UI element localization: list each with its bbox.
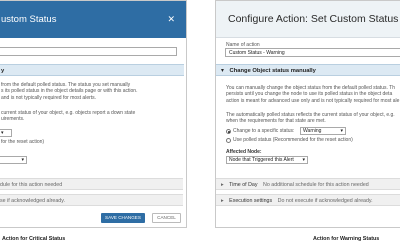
dialog-titlebar: ustom Status: [0, 1, 186, 38]
specific-status-radio[interactable]: [226, 129, 231, 134]
section-header[interactable]: ▾ Change Object status manually: [216, 64, 400, 76]
description-paragraph: The automatically polled status reflects…: [226, 112, 395, 125]
text-line: and is not typically required for most a…: [1, 94, 97, 101]
action-name-input[interactable]: Custom Status - Warning: [225, 48, 400, 57]
description-paragraph: from the default polled status. The stat…: [1, 82, 137, 101]
text-line: s its polled status in the object detail…: [1, 88, 138, 95]
dialog-title: Configure Action: Set Custom Status: [228, 13, 399, 25]
chevron-down-icon: ▾: [340, 128, 343, 134]
dialog-titlebar: Configure Action: Set Custom Status: [216, 1, 400, 38]
text-line: when the requirements for that state are…: [226, 118, 326, 125]
execution-settings-row[interactable]: ▸ Execution settings Do not execute if a…: [216, 194, 400, 206]
affected-node-select[interactable]: ▾: [0, 156, 27, 164]
text-line: uirements.: [1, 116, 25, 123]
section-title: y: [1, 68, 5, 74]
execution-settings-description: se if acknowledged already.: [0, 198, 65, 204]
chevron-right-icon: ▸: [221, 198, 224, 204]
section-title: Change Object status manually: [229, 68, 316, 74]
time-of-day-row[interactable]: dule for this action needed: [0, 178, 183, 190]
status-select-value: Warning: [303, 128, 322, 134]
section-header[interactable]: y: [0, 64, 184, 76]
cancel-button[interactable]: CANCEL: [152, 213, 181, 223]
chevron-down-icon: ▾: [302, 157, 305, 163]
caption-warning: Action for Warning Status: [313, 236, 380, 242]
warning-status-dialog: Configure Action: Set Custom Status Name…: [215, 0, 400, 228]
chevron-right-icon: ▸: [221, 182, 224, 188]
specific-status-label: Change to a specific status:: [233, 128, 295, 134]
close-icon[interactable]: ✕: [167, 14, 175, 25]
dialog-title: ustom Status: [1, 14, 57, 25]
text-line: action is meant for advanced use only an…: [226, 97, 400, 104]
polled-status-option-label: for the reset action): [1, 139, 45, 145]
action-name-input[interactable]: [0, 47, 177, 56]
execution-settings-row[interactable]: se if acknowledged already.: [0, 194, 183, 206]
affected-node-label: Affected Node:: [226, 149, 262, 155]
caption-critical: Action for Critical Status: [2, 236, 66, 242]
execution-settings-description: Do not execute if acknowledged already.: [277, 198, 373, 204]
description-paragraph: current status of your object, e.g. obje…: [1, 110, 135, 123]
description-paragraph: You can manually change the object statu…: [226, 85, 399, 104]
action-name-value: Custom Status - Warning: [229, 50, 285, 56]
chevron-down-icon: ▾: [1, 130, 4, 136]
critical-status-dialog: ustom Status ✕ y from the default polled…: [0, 0, 187, 228]
execution-settings-label: Execution settings: [229, 198, 273, 204]
chevron-down-icon: ▾: [21, 157, 24, 163]
status-select[interactable]: ▾: [0, 129, 12, 137]
time-of-day-row[interactable]: ▸ Time of Day No additional schedule for…: [216, 178, 400, 190]
chevron-down-icon: ▾: [221, 68, 224, 74]
text-line: persists until you change the node to us…: [226, 91, 393, 98]
time-of-day-description: dule for this action needed: [0, 182, 63, 188]
polled-status-label: Use polled status (Recommended for the r…: [233, 137, 353, 143]
affected-node-select[interactable]: Node that Triggered this Alert ▾: [226, 156, 308, 164]
save-changes-button[interactable]: SAVE CHANGES: [101, 213, 145, 223]
polled-status-radio[interactable]: [226, 138, 231, 143]
time-of-day-label: Time of Day: [229, 182, 258, 188]
time-of-day-description: No additional schedule for this action n…: [263, 182, 369, 188]
affected-node-value: Node that Triggered this Alert: [229, 157, 294, 163]
status-select[interactable]: Warning ▾: [300, 127, 346, 135]
